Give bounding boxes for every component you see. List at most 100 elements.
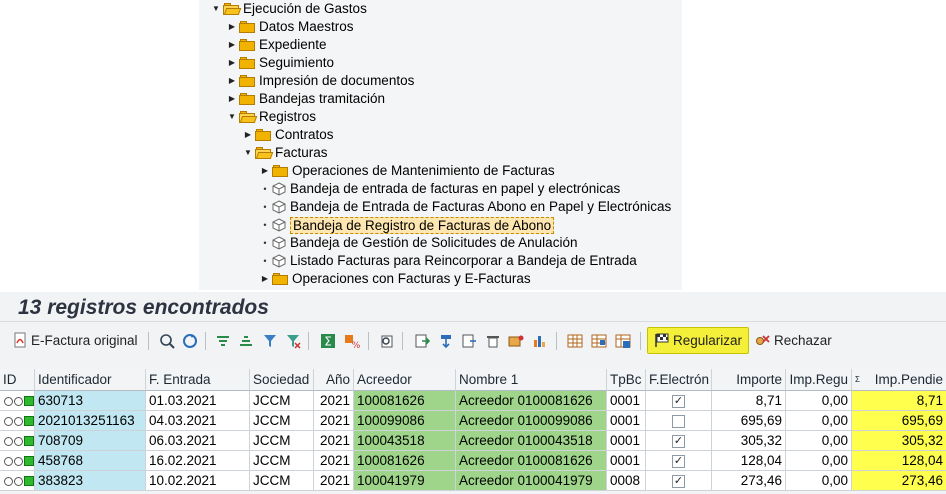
checkbox[interactable] (672, 414, 685, 428)
local-file-icon[interactable] (485, 333, 501, 349)
cell-identificador: 458768 (35, 451, 146, 471)
collapsed-arrow-icon[interactable]: ▶ (227, 90, 237, 108)
graphic-icon[interactable] (532, 333, 548, 349)
tree-node[interactable]: • Bandeja de entrada de facturas en papel… (260, 180, 620, 198)
collapsed-arrow-icon[interactable]: ▶ (227, 72, 237, 90)
table-row[interactable]: 458768 16.02.2021 JCCM 2021 100081626 Acreedo… (0, 451, 946, 471)
tree-node[interactable]: ▶ Operaciones con Facturas y E-Facturas (260, 270, 531, 288)
expanded-arrow-icon[interactable]: ▼ (211, 0, 221, 18)
subtotals-icon[interactable]: % (344, 333, 360, 349)
column-header-factura-electronica[interactable]: F.Electrón (646, 369, 712, 391)
column-header-importe[interactable]: Importe (712, 369, 786, 391)
table-row[interactable]: 708709 06.03.2021 JCCM 2021 100043518 Acreedo… (0, 431, 946, 451)
tree-node-label: Impresión de documentos (259, 73, 415, 88)
open-folder-icon (239, 111, 258, 123)
table-row[interactable]: 630713 01.03.2021 JCCM 2021 100081626 Acreedo… (0, 391, 946, 411)
traffic-light-icon (4, 416, 34, 427)
details-icon[interactable] (159, 333, 175, 349)
transaction-cube-icon (272, 236, 286, 250)
tree-node[interactable]: • Bandeja de Entrada de Facturas Abono en… (260, 198, 671, 216)
column-header-sociedad[interactable]: Sociedad (250, 369, 314, 391)
select-layout-icon[interactable] (591, 333, 607, 349)
column-header-id[interactable]: ID (0, 369, 35, 391)
cell-acreedor: 100081626 (354, 391, 456, 411)
collapsed-arrow-icon[interactable]: ▶ (243, 126, 253, 144)
tree-node-label: Facturas (275, 145, 328, 160)
expanded-arrow-icon[interactable]: ▼ (227, 108, 237, 126)
cell-factura-electronica[interactable]: ✓ (646, 471, 712, 491)
cell-factura-electronica[interactable]: ✓ (646, 431, 712, 451)
column-header-identificador[interactable]: Identificador (35, 369, 146, 391)
transaction-cube-icon (272, 200, 286, 214)
refresh-icon[interactable] (182, 333, 198, 349)
collapsed-arrow-icon[interactable]: ▶ (227, 36, 237, 54)
cell-anio: 2021 (314, 451, 354, 471)
tree-node[interactable]: ▶ Operaciones de Mantenimiento de Factura… (260, 162, 555, 180)
bullet-icon[interactable]: • (260, 234, 270, 252)
export-icon[interactable] (414, 333, 430, 349)
folder-icon (239, 39, 255, 51)
delete-filter-icon[interactable] (285, 333, 301, 349)
tree-node[interactable]: • Bandeja de Registro de Facturas de Abon… (260, 216, 555, 234)
sort-ascending-icon[interactable] (215, 333, 231, 349)
tree-node[interactable]: ▶ Contratos (243, 126, 334, 144)
sum-icon[interactable]: Σ (320, 333, 336, 349)
folder-icon (239, 75, 255, 87)
rechazar-button[interactable]: Rechazar (755, 322, 832, 358)
mail-recipient-icon[interactable] (508, 333, 524, 349)
checkbox[interactable]: ✓ (672, 394, 685, 408)
collapsed-arrow-icon[interactable]: ▶ (227, 54, 237, 72)
cell-factura-electronica[interactable]: ✓ (646, 451, 712, 471)
column-header-importe-regularizado[interactable]: Imp.Regu (786, 369, 852, 391)
tree-node[interactable]: ▶ Impresión de documentos (227, 72, 414, 90)
collapsed-arrow-icon[interactable]: ▶ (260, 270, 270, 288)
change-layout-icon[interactable] (567, 333, 583, 349)
spreadsheet-icon[interactable] (438, 333, 454, 349)
cell-importe: 128,04 (712, 451, 786, 471)
print-preview-icon[interactable] (379, 333, 395, 349)
tree-node[interactable]: ▶ Expediente (227, 36, 327, 54)
checkbox[interactable]: ✓ (672, 454, 685, 468)
tree-node[interactable]: • Bandeja de Gestión de Solicitudes de An… (260, 234, 577, 252)
cell-importe-regularizado: 0,00 (786, 471, 852, 491)
save-layout-icon[interactable] (615, 333, 631, 349)
column-header-tpbc[interactable]: TpBc (607, 369, 646, 391)
table-row[interactable]: 2021013251163 04.03.2021 JCCM 2021 100099086… (0, 411, 946, 431)
tree-node[interactable]: ▶ Datos Maestros (227, 18, 354, 36)
word-processing-icon[interactable] (461, 333, 477, 349)
bullet-icon[interactable]: • (260, 252, 270, 270)
bullet-icon[interactable]: • (260, 216, 270, 234)
efactura-original-button[interactable]: E-Factura original (12, 322, 138, 358)
collapsed-arrow-icon[interactable]: ▶ (260, 162, 270, 180)
status-lights (0, 431, 35, 451)
column-header-anio[interactable]: Año (314, 369, 354, 391)
column-header-acreedor[interactable]: Acreedor (354, 369, 456, 391)
regularizar-button[interactable]: Regularizar (647, 322, 750, 358)
bullet-icon[interactable]: • (260, 198, 270, 216)
toolbar-separator (640, 332, 641, 350)
cell-fecha-entrada: 16.02.2021 (146, 451, 250, 471)
sort-descending-icon[interactable] (238, 333, 254, 349)
tree-node[interactable]: • Listado Facturas para Reincorporar a Ba… (260, 252, 636, 270)
checkbox[interactable]: ✓ (672, 434, 685, 448)
column-header-fecha-entrada[interactable]: F. Entrada (146, 369, 250, 391)
filter-icon[interactable] (262, 333, 278, 349)
tree-node-label: Operaciones con Facturas y E-Facturas (292, 271, 531, 286)
collapsed-arrow-icon[interactable]: ▶ (227, 18, 237, 36)
tree-node[interactable]: ▼ Ejecución de Gastos (211, 0, 367, 18)
svg-text:Σ: Σ (324, 335, 332, 349)
cell-factura-electronica[interactable]: ✓ (646, 391, 712, 411)
checkbox[interactable]: ✓ (672, 474, 685, 488)
tree-node[interactable]: ▶ Bandejas tramitación (227, 90, 385, 108)
column-header-importe-pendiente[interactable]: Σ Imp.Pendie (852, 369, 946, 391)
transaction-cube-icon (272, 254, 286, 268)
column-header-nombre[interactable]: Nombre 1 (456, 369, 607, 391)
bullet-icon[interactable]: • (260, 180, 270, 198)
expanded-arrow-icon[interactable]: ▼ (243, 144, 253, 162)
tree-node[interactable]: ▼ Registros (227, 108, 316, 126)
folder-icon (239, 93, 255, 105)
cell-factura-electronica[interactable] (646, 411, 712, 431)
table-row[interactable]: 383823 10.02.2021 JCCM 2021 100041979 Acreedo… (0, 471, 946, 491)
tree-node[interactable]: ▶ Seguimiento (227, 54, 334, 72)
tree-node[interactable]: ▼ Facturas (243, 144, 328, 162)
